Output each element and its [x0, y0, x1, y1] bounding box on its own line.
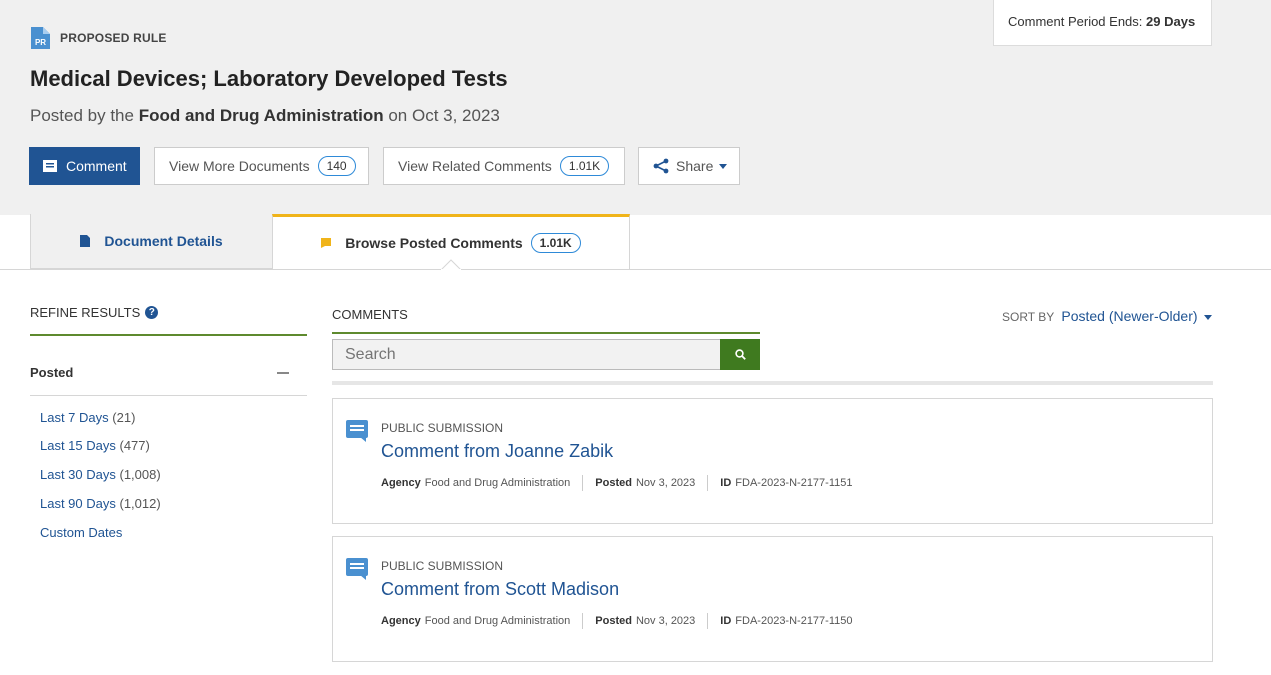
sort-control[interactable]: SORT BY Posted (Newer-Older) — [1002, 308, 1212, 324]
filter-last-7-days[interactable]: Last 7 Days (21) — [40, 410, 135, 425]
id-label: ID — [720, 477, 732, 489]
meta-separator — [582, 475, 584, 491]
comment-meta: Agency Food and Drug Administration Poste… — [381, 613, 853, 629]
filter-last-90-days[interactable]: Last 90 Days (1,012) — [40, 496, 161, 511]
comment-card[interactable]: PUBLIC SUBMISSION Comment from Scott Mad… — [332, 536, 1213, 662]
posted-prefix: Posted by the — [30, 106, 134, 125]
agency-value: Food and Drug Administration — [424, 477, 571, 489]
comment-button[interactable]: Comment — [29, 147, 140, 185]
speech-bubble-icon — [346, 420, 368, 442]
posted-label: Posted — [595, 477, 632, 489]
agency-label: Agency — [381, 615, 421, 627]
search-button[interactable] — [720, 339, 760, 370]
posted-by: Posted by the Food and Drug Administrati… — [30, 106, 500, 126]
document-header: Comment Period Ends: 29 Days PR PROPOSED… — [0, 0, 1271, 215]
tab-document-details[interactable]: Document Details — [30, 214, 273, 269]
share-label: Share — [676, 158, 714, 174]
posted-value: Nov 3, 2023 — [635, 477, 696, 489]
share-button[interactable]: Share — [638, 147, 740, 185]
posted-label: Posted — [595, 615, 632, 627]
view-related-comments-label: View Related Comments — [398, 158, 552, 174]
filter-count: (477) — [119, 438, 150, 453]
flag-icon — [321, 238, 332, 248]
browse-comments-count-badge: 1.01K — [530, 233, 581, 253]
filter-label: Last 15 Days — [40, 438, 116, 453]
refine-results-label: REFINE RESULTS — [30, 305, 141, 320]
view-more-documents-label: View More Documents — [169, 158, 310, 174]
doc-type-label: PROPOSED RULE — [60, 31, 167, 45]
comment-period-value: 29 Days — [1146, 14, 1196, 29]
view-more-documents-button[interactable]: View More Documents 140 — [154, 147, 369, 185]
tab-document-details-label: Document Details — [104, 233, 223, 249]
filter-custom-dates[interactable]: Custom Dates — [40, 525, 122, 540]
sort-label: SORT BY — [1002, 310, 1055, 324]
related-comments-count-badge: 1.01K — [559, 156, 610, 176]
comment-period-label: Comment Period Ends: — [1008, 14, 1143, 29]
doc-type-badge: PR — [31, 36, 50, 49]
tab-divider — [0, 269, 1271, 270]
tab-browse-comments-label: Browse Posted Comments — [345, 235, 523, 251]
filter-last-15-days[interactable]: Last 15 Days (477) — [40, 438, 150, 453]
comment-title-link[interactable]: Comment from Joanne Zabik — [381, 441, 613, 462]
comment-meta: Agency Food and Drug Administration Poste… — [381, 475, 853, 491]
id-value: FDA-2023-N-2177-1151 — [735, 477, 853, 489]
comment-icon — [43, 160, 57, 172]
search-input[interactable] — [332, 339, 721, 370]
filter-last-30-days[interactable]: Last 30 Days (1,008) — [40, 467, 161, 482]
share-icon — [653, 158, 669, 174]
view-related-comments-button[interactable]: View Related Comments 1.01K — [383, 147, 625, 185]
filter-count: (1,008) — [119, 467, 161, 482]
sort-value[interactable]: Posted (Newer-Older) — [1061, 308, 1197, 324]
chevron-down-icon — [719, 163, 728, 169]
meta-separator — [707, 475, 709, 491]
filter-label: Last 90 Days — [40, 496, 116, 511]
posted-filter-heading[interactable]: Posted — [30, 363, 307, 396]
active-tab-caret — [441, 259, 461, 270]
collapse-icon[interactable] — [277, 372, 289, 374]
search-icon — [734, 349, 746, 360]
filter-count: (1,012) — [119, 496, 161, 511]
chevron-down-icon — [1203, 315, 1212, 321]
meta-separator — [582, 613, 584, 629]
posted-value: Nov 3, 2023 — [635, 615, 696, 627]
filter-label: Last 30 Days — [40, 467, 116, 482]
posted-suffix: on Oct 3, 2023 — [388, 106, 500, 125]
meta-separator — [707, 613, 709, 629]
comment-card[interactable]: PUBLIC SUBMISSION Comment from Joanne Za… — [332, 398, 1213, 524]
filter-label: Last 7 Days — [40, 410, 109, 425]
agency-value: Food and Drug Administration — [424, 615, 571, 627]
bookmark-icon — [80, 235, 91, 247]
speech-bubble-icon — [346, 558, 368, 580]
comment-type: PUBLIC SUBMISSION — [381, 421, 504, 435]
agency-label: Agency — [381, 477, 421, 489]
filter-count: (21) — [112, 410, 136, 425]
refine-results-heading: REFINE RESULTS ? — [30, 305, 307, 336]
comment-button-label: Comment — [66, 158, 127, 174]
results-divider — [332, 381, 1213, 385]
comment-period-box: Comment Period Ends: 29 Days — [993, 0, 1212, 46]
id-value: FDA-2023-N-2177-1150 — [735, 615, 853, 627]
filter-label: Custom Dates — [40, 525, 123, 540]
agency-name: Food and Drug Administration — [138, 106, 384, 125]
doc-type: PR PROPOSED RULE — [31, 27, 167, 49]
comment-type: PUBLIC SUBMISSION — [381, 559, 504, 573]
documents-count-badge: 140 — [317, 156, 356, 176]
document-icon: PR — [31, 27, 50, 49]
comments-section-label: COMMENTS — [332, 307, 760, 334]
posted-filter-label: Posted — [30, 365, 74, 380]
page-title: Medical Devices; Laboratory Developed Te… — [30, 66, 508, 91]
id-label: ID — [720, 615, 732, 627]
comment-title-link[interactable]: Comment from Scott Madison — [381, 579, 619, 600]
help-icon[interactable]: ? — [145, 306, 159, 319]
